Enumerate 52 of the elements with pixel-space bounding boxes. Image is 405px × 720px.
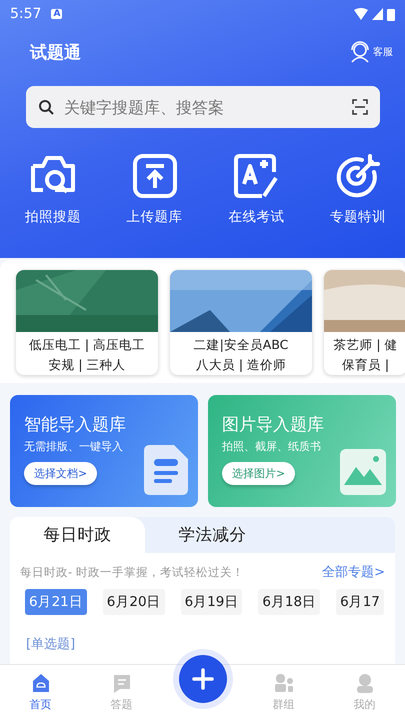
clock: 5:57	[10, 6, 42, 22]
person-icon	[354, 673, 374, 693]
nav-tab[interactable]: 首页	[0, 673, 81, 712]
course-card[interactable]: 茶艺师 | 健 保育员 |	[324, 270, 405, 375]
upload-icon	[130, 152, 179, 200]
exam-edit-icon	[232, 152, 280, 200]
people-icon	[274, 673, 294, 693]
course-card[interactable]: 二建|安全员ABC 八大员 | 造价师	[170, 270, 312, 375]
date-chip[interactable]: 6月18日	[258, 589, 320, 615]
select-button[interactable]: 选择文档>	[24, 462, 98, 485]
shortcut-button[interactable]: 专题特训	[314, 152, 401, 226]
document-icon	[144, 445, 188, 495]
course-text: 保育员 |	[342, 356, 390, 374]
notification-badge: A	[51, 9, 62, 19]
course-text: 低压电工 | 高压电工	[28, 336, 146, 354]
plus-icon	[192, 668, 214, 690]
customer-service-button[interactable]: 客服	[349, 41, 393, 63]
question-type: [单选题]	[25, 636, 76, 653]
tab[interactable]: 学法减分	[145, 517, 280, 553]
search-field[interactable]: 关键字搜题库、搜答案	[26, 86, 380, 128]
home-icon	[30, 673, 50, 693]
signal-icon	[372, 8, 383, 20]
image-icon	[340, 449, 386, 495]
date-chip[interactable]: 6月20日	[102, 589, 165, 615]
search-icon	[38, 99, 54, 115]
card-subtitle: 无需排版、一键导入	[24, 439, 124, 454]
card-title: 智能导入题库	[24, 414, 127, 436]
wifi-icon	[354, 8, 368, 20]
add-button[interactable]	[178, 654, 226, 702]
shortcut-button[interactable]: 在线考试	[213, 152, 300, 226]
course-text: 八大员 | 造价师	[196, 356, 286, 374]
battery-icon	[387, 8, 395, 20]
app-title: 试题通	[30, 42, 82, 64]
course-text: 茶艺师 | 健	[333, 336, 398, 354]
all-topics-link[interactable]: 全部专题>	[322, 563, 385, 581]
course-card[interactable]: 低压电工 | 高压电工 安规 | 三种人	[16, 270, 158, 375]
date-chip[interactable]: 6月19日	[180, 589, 242, 615]
course-text: 二建|安全员ABC	[194, 336, 288, 354]
shortcut-button[interactable]: 拍照搜题	[10, 152, 96, 226]
tab[interactable]: 每日时政	[10, 517, 145, 553]
card-subtitle: 拍照、截屏、纸质书	[222, 439, 322, 454]
headset-icon	[349, 41, 371, 63]
search-input[interactable]: 关键字搜题库、搜答案	[64, 98, 342, 116]
date-chip[interactable]: 6月17	[336, 589, 384, 615]
course-text: 安规 | 三种人	[48, 356, 126, 374]
date-chip[interactable]: 6月21日	[25, 589, 87, 615]
card-title: 图片导入题库	[222, 414, 325, 436]
scan-icon	[352, 99, 368, 115]
chat-icon	[112, 673, 132, 693]
shortcut-button[interactable]: 上传题库	[112, 152, 198, 226]
caption-text: 每日时政- 时政一手掌握，考试轻松过关！	[20, 564, 245, 580]
select-button[interactable]: 选择图片>	[222, 462, 296, 485]
